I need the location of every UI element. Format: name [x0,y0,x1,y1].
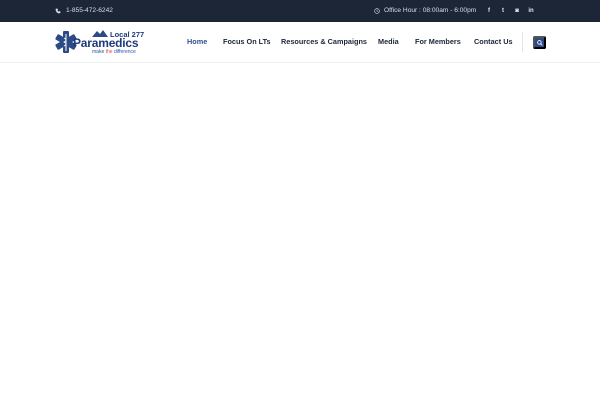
top-bar: 1-855-472-6242 Office Hour : 08:00am - 6… [0,0,600,22]
tagline-part-2: the [105,49,113,55]
search-icon [536,39,543,46]
social-links: f t ◙ in [485,6,535,15]
phone-icon [55,8,61,13]
phone-number[interactable]: 1-855-472-6242 [66,7,113,14]
linkedin-icon[interactable]: in [527,6,535,15]
header-divider [522,32,523,52]
tagline-part-1: make [92,49,106,55]
nav-focus-on-lts[interactable]: Focus On LTs [223,37,271,46]
clock-icon [374,7,380,14]
nav-media[interactable]: Media [378,37,399,46]
site-header: Local 277 Paramedics make the difference… [0,22,600,63]
logo-tagline: make the difference [92,49,136,55]
nav-home[interactable]: Home [187,37,207,46]
facebook-icon[interactable]: f [485,6,493,15]
instagram-icon[interactable]: ◙ [513,6,521,15]
main-nav: Home Focus On LTs Resources & Campaigns … [0,37,600,49]
office-hours-text: Office Hour : 08:00am - 6:00pm [384,7,477,14]
nav-for-members[interactable]: For Members [415,37,461,46]
nav-contact-us[interactable]: Contact Us [474,37,513,46]
search-button[interactable] [533,36,546,49]
phone-contact[interactable]: 1-855-472-6242 [55,7,113,14]
twitter-icon[interactable]: t [499,6,507,15]
nav-resources-campaigns[interactable]: Resources & Campaigns [281,37,367,46]
office-hours: Office Hour : 08:00am - 6:00pm [374,7,476,14]
page-content [0,64,600,400]
tagline-part-3: difference [112,49,136,55]
